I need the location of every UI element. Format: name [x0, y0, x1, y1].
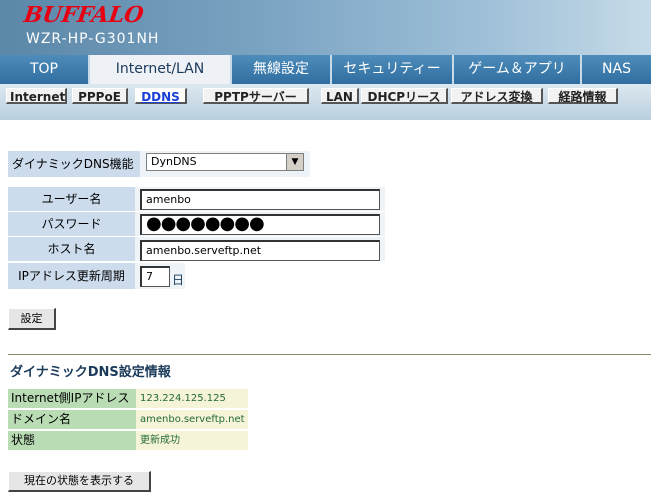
- subtab-dhcp-lease[interactable]: DHCPリース: [361, 88, 448, 104]
- hostname-input[interactable]: amenbo.serveftp.net: [140, 240, 380, 261]
- status-value: 更新成功: [136, 431, 248, 450]
- tab-nas[interactable]: NAS: [582, 55, 651, 84]
- subtab-pptp-server[interactable]: PPTPサーバー: [203, 88, 309, 104]
- wan-ip-label: Internet側IPアドレス: [8, 389, 136, 408]
- tab-wireless[interactable]: 無線設定: [232, 55, 332, 84]
- section-divider: [8, 354, 651, 355]
- sub-tabs: Internet PPPoE DDNS PPTPサーバー LAN DHCPリース…: [0, 84, 651, 120]
- subtab-internet[interactable]: Internet: [6, 88, 67, 104]
- subtab-lan[interactable]: LAN: [321, 88, 359, 104]
- tab-game-apps[interactable]: ゲーム＆アプリ: [454, 55, 582, 84]
- status-label: 状態: [8, 431, 136, 450]
- tab-top[interactable]: TOP: [0, 55, 90, 84]
- domain-value: amenbo.serveftp.net: [136, 410, 248, 429]
- model-name: WZR-HP-G301NH: [26, 31, 160, 47]
- brand-logo: BUFFALO: [22, 2, 146, 28]
- wan-ip-value: 123.224.125.125: [136, 389, 248, 408]
- subtab-route-info[interactable]: 経路情報: [548, 88, 618, 104]
- ddns-function-label: ダイナミックDNS機能: [8, 151, 140, 177]
- update-interval-input[interactable]: 7: [140, 266, 170, 287]
- ddns-provider-select[interactable]: DynDNS ▼: [146, 153, 304, 171]
- subtab-pppoe[interactable]: PPPoE: [72, 88, 128, 104]
- update-interval-unit: 日: [172, 273, 185, 287]
- tab-security[interactable]: セキュリティー: [332, 55, 454, 84]
- ddns-provider-value: DynDNS: [151, 155, 197, 168]
- domain-label: ドメイン名: [8, 410, 136, 429]
- update-interval-label: IPアドレス更新周期: [8, 263, 135, 289]
- refresh-status-button[interactable]: 現在の状態を表示する: [8, 471, 151, 492]
- subtab-address-translation[interactable]: アドレス変換: [451, 88, 543, 104]
- submit-button[interactable]: 設定: [8, 308, 56, 330]
- chevron-down-icon[interactable]: ▼: [286, 154, 303, 170]
- password-input[interactable]: ●●●●●●●●: [140, 214, 380, 235]
- username-input[interactable]: amenbo: [140, 189, 380, 210]
- password-label: パスワード: [8, 212, 135, 236]
- username-label: ユーザー名: [8, 187, 135, 211]
- hostname-label: ホスト名: [8, 237, 135, 261]
- subtab-ddns[interactable]: DDNS: [135, 88, 187, 104]
- tab-internet-lan[interactable]: Internet/LAN: [90, 55, 232, 84]
- ddns-info-title: ダイナミックDNS設定情報: [10, 365, 171, 380]
- header-banner: BUFFALO WZR-HP-G301NH: [0, 0, 651, 55]
- main-tabs: TOP Internet/LAN 無線設定 セキュリティー ゲーム＆アプリ NA…: [0, 55, 651, 84]
